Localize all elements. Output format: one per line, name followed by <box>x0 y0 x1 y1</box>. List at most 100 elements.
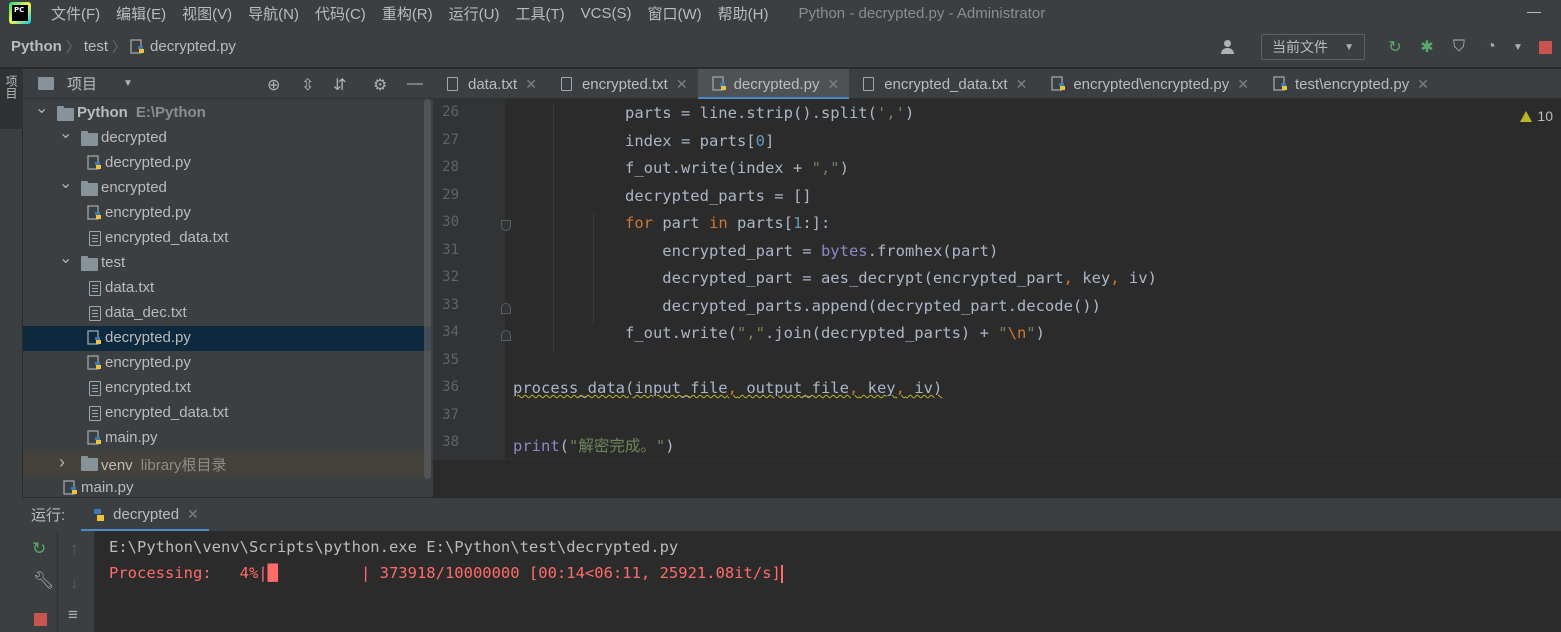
code-line[interactable]: f_out.write(",".join(decrypted_parts) + … <box>513 324 1045 342</box>
tree-item[interactable]: ⌄ Python E:\Python <box>23 101 431 126</box>
profile-icon[interactable]: ◔ <box>1480 36 1502 58</box>
arrow-down-icon[interactable]: ↓ <box>70 573 79 593</box>
hide-icon[interactable]: — <box>407 75 423 93</box>
editor-tab[interactable]: encrypted_data.txt ✕ <box>849 69 1037 99</box>
line-number: 37 <box>442 406 459 423</box>
stop-icon[interactable] <box>34 613 47 626</box>
breadcrumb-file[interactable]: decrypted.py <box>130 38 236 55</box>
tree-item[interactable]: encrypted.py <box>23 201 431 226</box>
tree-item[interactable]: data_dec.txt <box>23 301 431 326</box>
fold-marker-icon[interactable] <box>501 330 511 341</box>
debug-icon[interactable]: ✱ <box>1416 36 1438 58</box>
editor-tab-label: test\encrypted.py <box>1295 75 1410 93</box>
chevron-down-icon[interactable]: ▼ <box>123 78 133 89</box>
tree-item[interactable]: ⌄ decrypted <box>23 126 431 151</box>
editor-tab[interactable]: encrypted.txt ✕ <box>547 69 698 99</box>
text-file-icon <box>447 77 458 91</box>
stop-icon[interactable] <box>1534 36 1556 58</box>
code-line[interactable]: print("解密完成。") <box>513 434 675 456</box>
rerun-icon[interactable]: ↻ <box>1384 36 1406 58</box>
menu-file[interactable]: 文件(F) <box>43 3 108 24</box>
project-panel-title[interactable]: 项目 <box>67 73 97 94</box>
locate-icon[interactable]: ⊕ <box>267 75 280 95</box>
run-tab-decrypted[interactable]: decrypted ✕ <box>81 498 209 532</box>
tree-item[interactable]: encrypted_data.txt <box>23 226 431 251</box>
chevron-down-icon[interactable]: ⌄ <box>59 126 72 142</box>
code-line[interactable]: for part in parts[1:]: <box>513 214 830 232</box>
tree-scrollbar[interactable] <box>424 99 431 479</box>
text-file-icon <box>89 406 101 421</box>
menu-vcs[interactable]: VCS(S) <box>573 5 640 22</box>
tree-item[interactable]: › venv library根目录 <box>23 451 431 476</box>
tree-item[interactable]: encrypted.txt <box>23 376 431 401</box>
editor-gutter: 26 27 28 29 30 31 32 33 34 35 36 37 38 <box>433 99 505 459</box>
editor-tab[interactable]: decrypted.py ✕ <box>697 69 850 100</box>
close-icon[interactable]: ✕ <box>827 76 839 93</box>
chevron-down-icon[interactable]: ⌄ <box>59 251 72 267</box>
code-line[interactable]: parts = line.strip().split(',') <box>513 104 914 122</box>
tree-item[interactable]: decrypted.py <box>23 151 431 176</box>
gear-icon[interactable]: ⚙ <box>373 75 387 95</box>
collapse-all-icon[interactable]: ⇵ <box>333 75 346 95</box>
tree-item-label: encrypted.py <box>105 204 191 221</box>
menu-window[interactable]: 窗口(W) <box>639 3 709 24</box>
editor-tab[interactable]: test\encrypted.py ✕ <box>1259 69 1439 99</box>
menu-code[interactable]: 代码(C) <box>307 3 374 24</box>
coverage-icon[interactable]: ⛉ <box>1448 36 1470 58</box>
editor-tab[interactable]: data.txt ✕ <box>433 69 547 99</box>
tree-item[interactable]: data.txt <box>23 276 431 301</box>
stripe-project-button[interactable]: 项目 <box>0 69 23 129</box>
close-icon[interactable]: ✕ <box>1417 76 1429 93</box>
code-line[interactable]: decrypted_parts.append(decrypted_part.de… <box>513 297 1101 315</box>
soft-wrap-icon[interactable]: ≡ <box>68 605 78 625</box>
arrow-up-icon[interactable]: ↑ <box>70 539 79 559</box>
close-icon[interactable]: ✕ <box>1016 76 1028 93</box>
tree-item[interactable]: ⌄ test <box>23 251 431 276</box>
rerun-icon[interactable]: ↻ <box>32 539 46 559</box>
menu-view[interactable]: 视图(V) <box>174 3 240 24</box>
code-line[interactable]: encrypted_part = bytes.fromhex(part) <box>513 242 998 260</box>
menu-navigate[interactable]: 导航(N) <box>240 3 307 24</box>
close-icon[interactable]: ✕ <box>1237 76 1249 93</box>
fold-marker-icon[interactable] <box>501 302 511 314</box>
close-icon[interactable]: ✕ <box>525 76 537 93</box>
menu-tools[interactable]: 工具(T) <box>507 3 572 24</box>
run-tab-label: decrypted <box>113 506 180 523</box>
chevron-down-icon[interactable]: ⌄ <box>35 101 48 117</box>
run-panel-header: 运行: decrypted ✕ <box>23 497 1561 532</box>
menu-refactor[interactable]: 重构(R) <box>374 3 441 24</box>
chevron-down-icon[interactable]: ▼ <box>1512 36 1524 58</box>
minimize-button[interactable] <box>1527 12 1541 13</box>
menu-edit[interactable]: 编辑(E) <box>108 3 174 24</box>
wrench-icon[interactable]: 🔧︎ <box>33 571 55 591</box>
editor-tab-bar: data.txt ✕ encrypted.txt ✕ decrypted.py ✕ encr… <box>433 69 1561 100</box>
menu-help[interactable]: 帮助(H) <box>710 3 777 24</box>
breadcrumb-root[interactable]: Python <box>11 38 62 55</box>
code-line[interactable]: decrypted_parts = [] <box>513 187 812 205</box>
close-icon[interactable]: ✕ <box>676 76 688 93</box>
chevron-down-icon[interactable]: ⌄ <box>59 176 72 192</box>
tree-item[interactable]: decrypted.py <box>23 326 431 351</box>
tree-item[interactable]: encrypted_data.txt <box>23 401 431 426</box>
tree-item[interactable]: encrypted.py <box>23 351 431 376</box>
chevron-right-icon[interactable]: › <box>59 453 69 471</box>
fold-marker-icon[interactable] <box>501 220 511 231</box>
close-icon[interactable]: ✕ <box>187 506 199 523</box>
code-line[interactable]: decrypted_part = aes_decrypt(encrypted_p… <box>513 269 1157 287</box>
code-line[interactable]: f_out.write(index + ",") <box>513 159 849 177</box>
console-output[interactable]: E:\Python\venv\Scripts\python.exe E:\Pyt… <box>95 531 1561 632</box>
run-config-select[interactable]: 当前文件 ▼ <box>1261 34 1365 60</box>
warnings-indicator[interactable]: 10 <box>1520 108 1553 124</box>
tree-item[interactable]: main.py <box>23 426 431 451</box>
breadcrumb-folder[interactable]: test <box>84 38 108 55</box>
code-editor[interactable]: 26 27 28 29 30 31 32 33 34 35 36 37 38 parts = line.… <box>433 99 1561 497</box>
tree-item[interactable]: main.py <box>23 476 431 497</box>
expand-all-icon[interactable]: ⇳ <box>301 75 314 95</box>
code-line[interactable]: process_data(input_file, output_file, ke… <box>513 379 942 397</box>
tree-item[interactable]: ⌄ encrypted <box>23 176 431 201</box>
editor-tab[interactable]: encrypted\encrypted.py ✕ <box>1037 69 1259 99</box>
code-line[interactable]: index = parts[0] <box>513 132 774 150</box>
window-title: Python - decrypted.py - Administrator <box>798 4 1046 22</box>
menu-run[interactable]: 运行(U) <box>441 3 508 24</box>
user-icon[interactable] <box>1221 37 1247 57</box>
